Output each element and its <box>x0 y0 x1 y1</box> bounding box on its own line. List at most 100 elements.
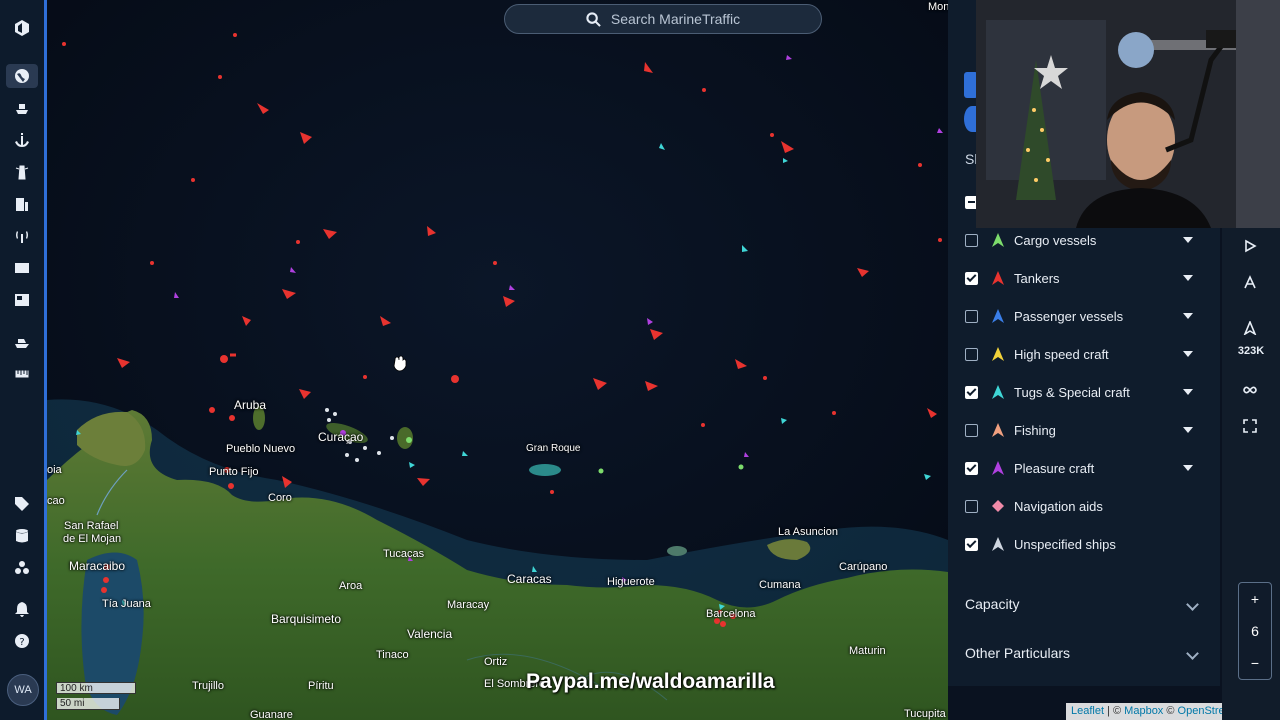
zoom-control: + 6 − <box>1238 582 1272 680</box>
vessels-icon[interactable] <box>10 96 34 120</box>
vessel-arrow-icon <box>992 461 1004 475</box>
map-base-layer <box>47 0 948 720</box>
place-label: Trujillo <box>192 680 224 692</box>
place-label: Valencia <box>407 627 453 641</box>
vessel-type-checkbox[interactable] <box>965 347 978 361</box>
vessel-type-row[interactable]: Pleasure craft <box>965 453 1205 483</box>
leaflet-link[interactable]: Leaflet <box>1071 705 1104 717</box>
integrations-icon[interactable] <box>10 556 34 580</box>
help-icon[interactable]: ? <box>10 629 34 653</box>
chevron-down-icon <box>1186 597 1199 611</box>
navigation-aid-icon <box>992 500 1004 512</box>
vessel-type-checkbox[interactable] <box>965 271 978 285</box>
vessel-arrow-icon <box>992 233 1004 247</box>
place-label: Tía Juana <box>102 598 151 610</box>
tag-icon[interactable] <box>10 492 34 516</box>
place-label: Higuerote <box>607 576 655 588</box>
place-label: Maracaibo <box>69 559 126 573</box>
vessel-arrow-icon <box>992 347 1004 361</box>
vessel-type-row[interactable]: Tankers <box>965 263 1205 293</box>
vessel-type-label: Tugs & Special craft <box>1014 384 1130 400</box>
search-bar[interactable]: Search MarineTraffic <box>504 4 822 34</box>
place-label: Coro <box>268 492 292 504</box>
database-icon[interactable] <box>10 524 34 548</box>
vessel-type-checkbox[interactable] <box>965 309 978 323</box>
place-label: San Rafael <box>64 520 119 532</box>
lighthouse-icon[interactable] <box>10 160 34 184</box>
vessel-type-row[interactable]: Tugs & Special craft <box>965 377 1205 407</box>
place-label: de El Mojan <box>63 533 122 545</box>
caret-down-icon[interactable] <box>1183 275 1193 281</box>
stations-antenna-icon[interactable] <box>10 224 34 248</box>
ports-anchor-icon[interactable] <box>10 128 34 152</box>
place-label: Maracay <box>447 599 490 611</box>
vessel-type-row[interactable]: High speed craft <box>965 339 1205 369</box>
other-particulars-section[interactable]: Other Particulars <box>965 639 1205 667</box>
vessel-layer-icon[interactable] <box>1236 314 1264 342</box>
place-label-aruba: Aruba <box>234 398 267 412</box>
zoom-in-button[interactable]: + <box>1239 583 1271 615</box>
place-label-curacao: Curaçao <box>318 430 364 444</box>
caret-down-icon[interactable] <box>1183 351 1193 357</box>
zoom-out-button[interactable]: − <box>1239 647 1271 679</box>
fullscreen-icon[interactable] <box>1236 412 1264 440</box>
caret-down-icon[interactable] <box>1183 427 1193 433</box>
infinity-icon[interactable] <box>1236 376 1264 404</box>
caret-down-icon[interactable] <box>1183 389 1193 395</box>
measure-ruler-icon[interactable] <box>10 362 34 386</box>
place-label: Cumana <box>759 579 801 591</box>
vessel-type-label: Pleasure craft <box>1014 460 1095 476</box>
vessel-type-label: Unspecified ships <box>1014 536 1116 552</box>
caret-down-icon[interactable] <box>1183 313 1193 319</box>
companies-building-icon[interactable] <box>10 192 34 216</box>
live-map[interactable]: Aruba Pueblo Nuevo Punto Fijo Coro Curaç… <box>47 0 948 720</box>
place-label: Tucupita <box>904 708 946 720</box>
place-label: Monc <box>928 1 948 13</box>
photos-icon[interactable] <box>10 256 34 280</box>
vessel-arrow-icon <box>992 385 1004 399</box>
vessel-type-label: Passenger vessels <box>1014 308 1124 324</box>
place-label: Barcelona <box>706 608 756 620</box>
vessel-type-label: Navigation aids <box>1014 498 1103 514</box>
map-scale: 100 km 50 mi <box>56 682 136 710</box>
live-map-globe-icon[interactable] <box>6 64 38 88</box>
vessel-type-row[interactable]: Fishing <box>965 415 1205 445</box>
place-label: Guanare <box>250 709 293 720</box>
vessel-arrow-icon <box>992 423 1004 437</box>
place-label: Pueblo Nuevo <box>226 443 296 455</box>
weather-layer-icon[interactable] <box>1236 268 1264 296</box>
caret-down-icon[interactable] <box>1183 237 1193 243</box>
capacity-section[interactable]: Capacity <box>965 590 1205 618</box>
vessel-type-row[interactable]: Unspecified ships <box>965 529 1205 559</box>
fleet-ship-icon[interactable] <box>10 330 34 354</box>
vessel-type-checkbox[interactable] <box>965 461 978 475</box>
vessel-arrow-icon <box>992 271 1004 285</box>
svg-text:?: ? <box>19 637 24 648</box>
vessel-type-checkbox[interactable] <box>965 423 978 437</box>
news-icon[interactable] <box>10 288 34 312</box>
user-avatar[interactable]: WA <box>7 674 39 706</box>
place-label: Carúpano <box>839 561 888 573</box>
marinetraffic-logo-icon[interactable] <box>10 16 34 40</box>
vessel-arrow-icon <box>992 537 1004 551</box>
vessel-type-row[interactable]: Cargo vessels <box>965 225 1205 255</box>
place-label: Ortiz <box>484 656 508 668</box>
place-label: Tinaco <box>376 649 409 661</box>
notifications-bell-icon[interactable] <box>10 597 34 621</box>
vessel-type-row[interactable]: Navigation aids <box>965 491 1205 521</box>
vessel-type-checkbox[interactable] <box>965 385 978 399</box>
vessel-count: 323K <box>1237 345 1265 357</box>
play-track-icon[interactable] <box>1236 232 1264 260</box>
vessel-type-checkbox[interactable] <box>965 537 978 551</box>
caret-down-icon[interactable] <box>1183 465 1193 471</box>
place-label: oia <box>47 464 62 476</box>
left-navigation-rail: ? WA <box>0 0 47 720</box>
vessel-type-label: High speed craft <box>1014 346 1109 362</box>
vessel-type-checkbox[interactable] <box>965 233 978 247</box>
mapbox-link[interactable]: Mapbox <box>1124 705 1163 717</box>
webcam-overlay <box>976 0 1280 228</box>
vessel-type-row[interactable]: Passenger vessels <box>965 301 1205 331</box>
vessel-type-checkbox[interactable] <box>965 499 978 513</box>
overlay-text: Paypal.me/waldoamarilla <box>526 670 775 693</box>
vessel-type-label: Fishing <box>1014 422 1056 438</box>
